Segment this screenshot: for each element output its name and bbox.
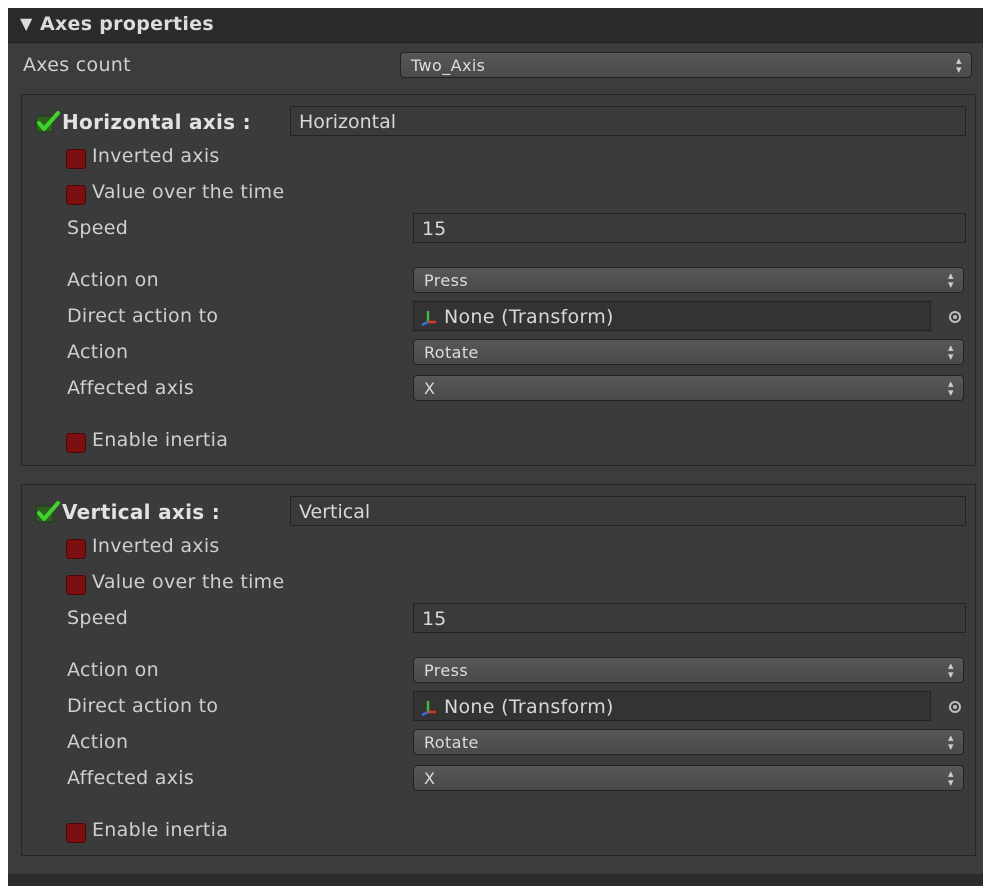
vertical-name-field[interactable]: Vertical	[290, 496, 966, 526]
horizontal-action-label: Action	[67, 341, 129, 363]
foldout-triangle-icon[interactable]: ▼	[20, 14, 32, 33]
vertical-inverted-label: Inverted axis	[92, 535, 220, 557]
vertical-action-label: Action	[67, 731, 129, 753]
horizontal-inverted-label: Inverted axis	[92, 145, 220, 167]
horizontal-enabled-checkbox[interactable]	[35, 111, 61, 133]
vertical-enable-inertia-label: Enable inertia	[92, 819, 229, 841]
horizontal-action-on-label: Action on	[67, 269, 159, 291]
vertical-action-on-value: Press	[424, 661, 469, 680]
horizontal-enable-inertia-checkbox[interactable]	[66, 433, 86, 453]
horizontal-value-over-time-label: Value over the time	[92, 181, 285, 203]
dropdown-arrows-icon: ▴ ▾	[948, 659, 954, 681]
dropdown-arrows-icon: ▴ ▾	[948, 269, 954, 291]
vertical-name-value: Vertical	[299, 501, 371, 523]
object-picker-icon[interactable]	[949, 311, 961, 323]
vertical-inverted-checkbox[interactable]	[66, 539, 86, 559]
vertical-axis-box: Vertical axis : Vertical Inverted axis V…	[21, 484, 976, 856]
horizontal-axis-box: Horizontal axis : Horizontal Inverted ax…	[21, 94, 976, 466]
axes-count-label: Axes count	[23, 54, 131, 76]
horizontal-speed-value: 15	[422, 218, 447, 240]
horizontal-action-on-value: Press	[424, 271, 469, 290]
horizontal-speed-label: Speed	[67, 217, 129, 239]
horizontal-direct-action-value: None (Transform)	[444, 306, 614, 328]
vertical-direct-action-label: Direct action to	[67, 695, 219, 717]
transform-icon	[421, 311, 436, 326]
vertical-action-dropdown[interactable]: Rotate ▴ ▾	[413, 729, 964, 755]
horizontal-direct-action-label: Direct action to	[67, 305, 219, 327]
dropdown-arrows-icon: ▴ ▾	[956, 54, 962, 76]
horizontal-affected-axis-label: Affected axis	[67, 377, 195, 399]
vertical-axis-title: Vertical axis :	[62, 500, 221, 524]
vertical-action-on-label: Action on	[67, 659, 159, 681]
horizontal-name-field[interactable]: Horizontal	[290, 106, 966, 136]
horizontal-action-dropdown[interactable]: Rotate ▴ ▾	[413, 339, 964, 365]
dropdown-arrows-icon: ▴ ▾	[948, 377, 954, 399]
vertical-enabled-checkbox[interactable]	[35, 501, 61, 523]
vertical-direct-action-value: None (Transform)	[444, 696, 614, 718]
horizontal-name-value: Horizontal	[299, 111, 397, 133]
vertical-speed-field[interactable]: 15	[413, 603, 966, 633]
inspector-panel: ▼ Axes properties Axes count Two_Axis ▴ ▾…	[8, 8, 983, 886]
vertical-affected-axis-value: X	[424, 769, 436, 788]
dropdown-arrows-icon: ▴ ▾	[948, 341, 954, 363]
horizontal-value-over-time-checkbox[interactable]	[66, 185, 86, 205]
vertical-speed-value: 15	[422, 608, 447, 630]
vertical-direct-action-field[interactable]: None (Transform)	[413, 691, 931, 721]
axes-count-dropdown[interactable]: Two_Axis ▴ ▾	[400, 52, 972, 78]
axes-count-value: Two_Axis	[411, 56, 486, 75]
vertical-speed-label: Speed	[67, 607, 129, 629]
dropdown-arrows-icon: ▴ ▾	[948, 731, 954, 753]
horizontal-affected-axis-value: X	[424, 379, 436, 398]
horizontal-axis-title: Horizontal axis :	[62, 110, 251, 134]
vertical-action-on-dropdown[interactable]: Press ▴ ▾	[413, 657, 964, 683]
vertical-enable-inertia-checkbox[interactable]	[66, 823, 86, 843]
dropdown-arrows-icon: ▴ ▾	[948, 767, 954, 789]
panel-footer	[8, 874, 983, 886]
vertical-value-over-time-label: Value over the time	[92, 571, 285, 593]
section-title: Axes properties	[40, 13, 214, 35]
object-picker-icon[interactable]	[949, 701, 961, 713]
horizontal-speed-field[interactable]: 15	[413, 213, 966, 243]
transform-icon	[421, 701, 436, 716]
horizontal-action-value: Rotate	[424, 343, 479, 362]
horizontal-enable-inertia-label: Enable inertia	[92, 429, 229, 451]
vertical-value-over-time-checkbox[interactable]	[66, 575, 86, 595]
vertical-affected-axis-label: Affected axis	[67, 767, 195, 789]
horizontal-affected-axis-dropdown[interactable]: X ▴ ▾	[413, 375, 964, 401]
horizontal-action-on-dropdown[interactable]: Press ▴ ▾	[413, 267, 964, 293]
vertical-action-value: Rotate	[424, 733, 479, 752]
vertical-affected-axis-dropdown[interactable]: X ▴ ▾	[413, 765, 964, 791]
horizontal-direct-action-field[interactable]: None (Transform)	[413, 301, 931, 331]
axes-properties-foldout[interactable]: ▼ Axes properties	[8, 8, 983, 43]
horizontal-inverted-checkbox[interactable]	[66, 149, 86, 169]
